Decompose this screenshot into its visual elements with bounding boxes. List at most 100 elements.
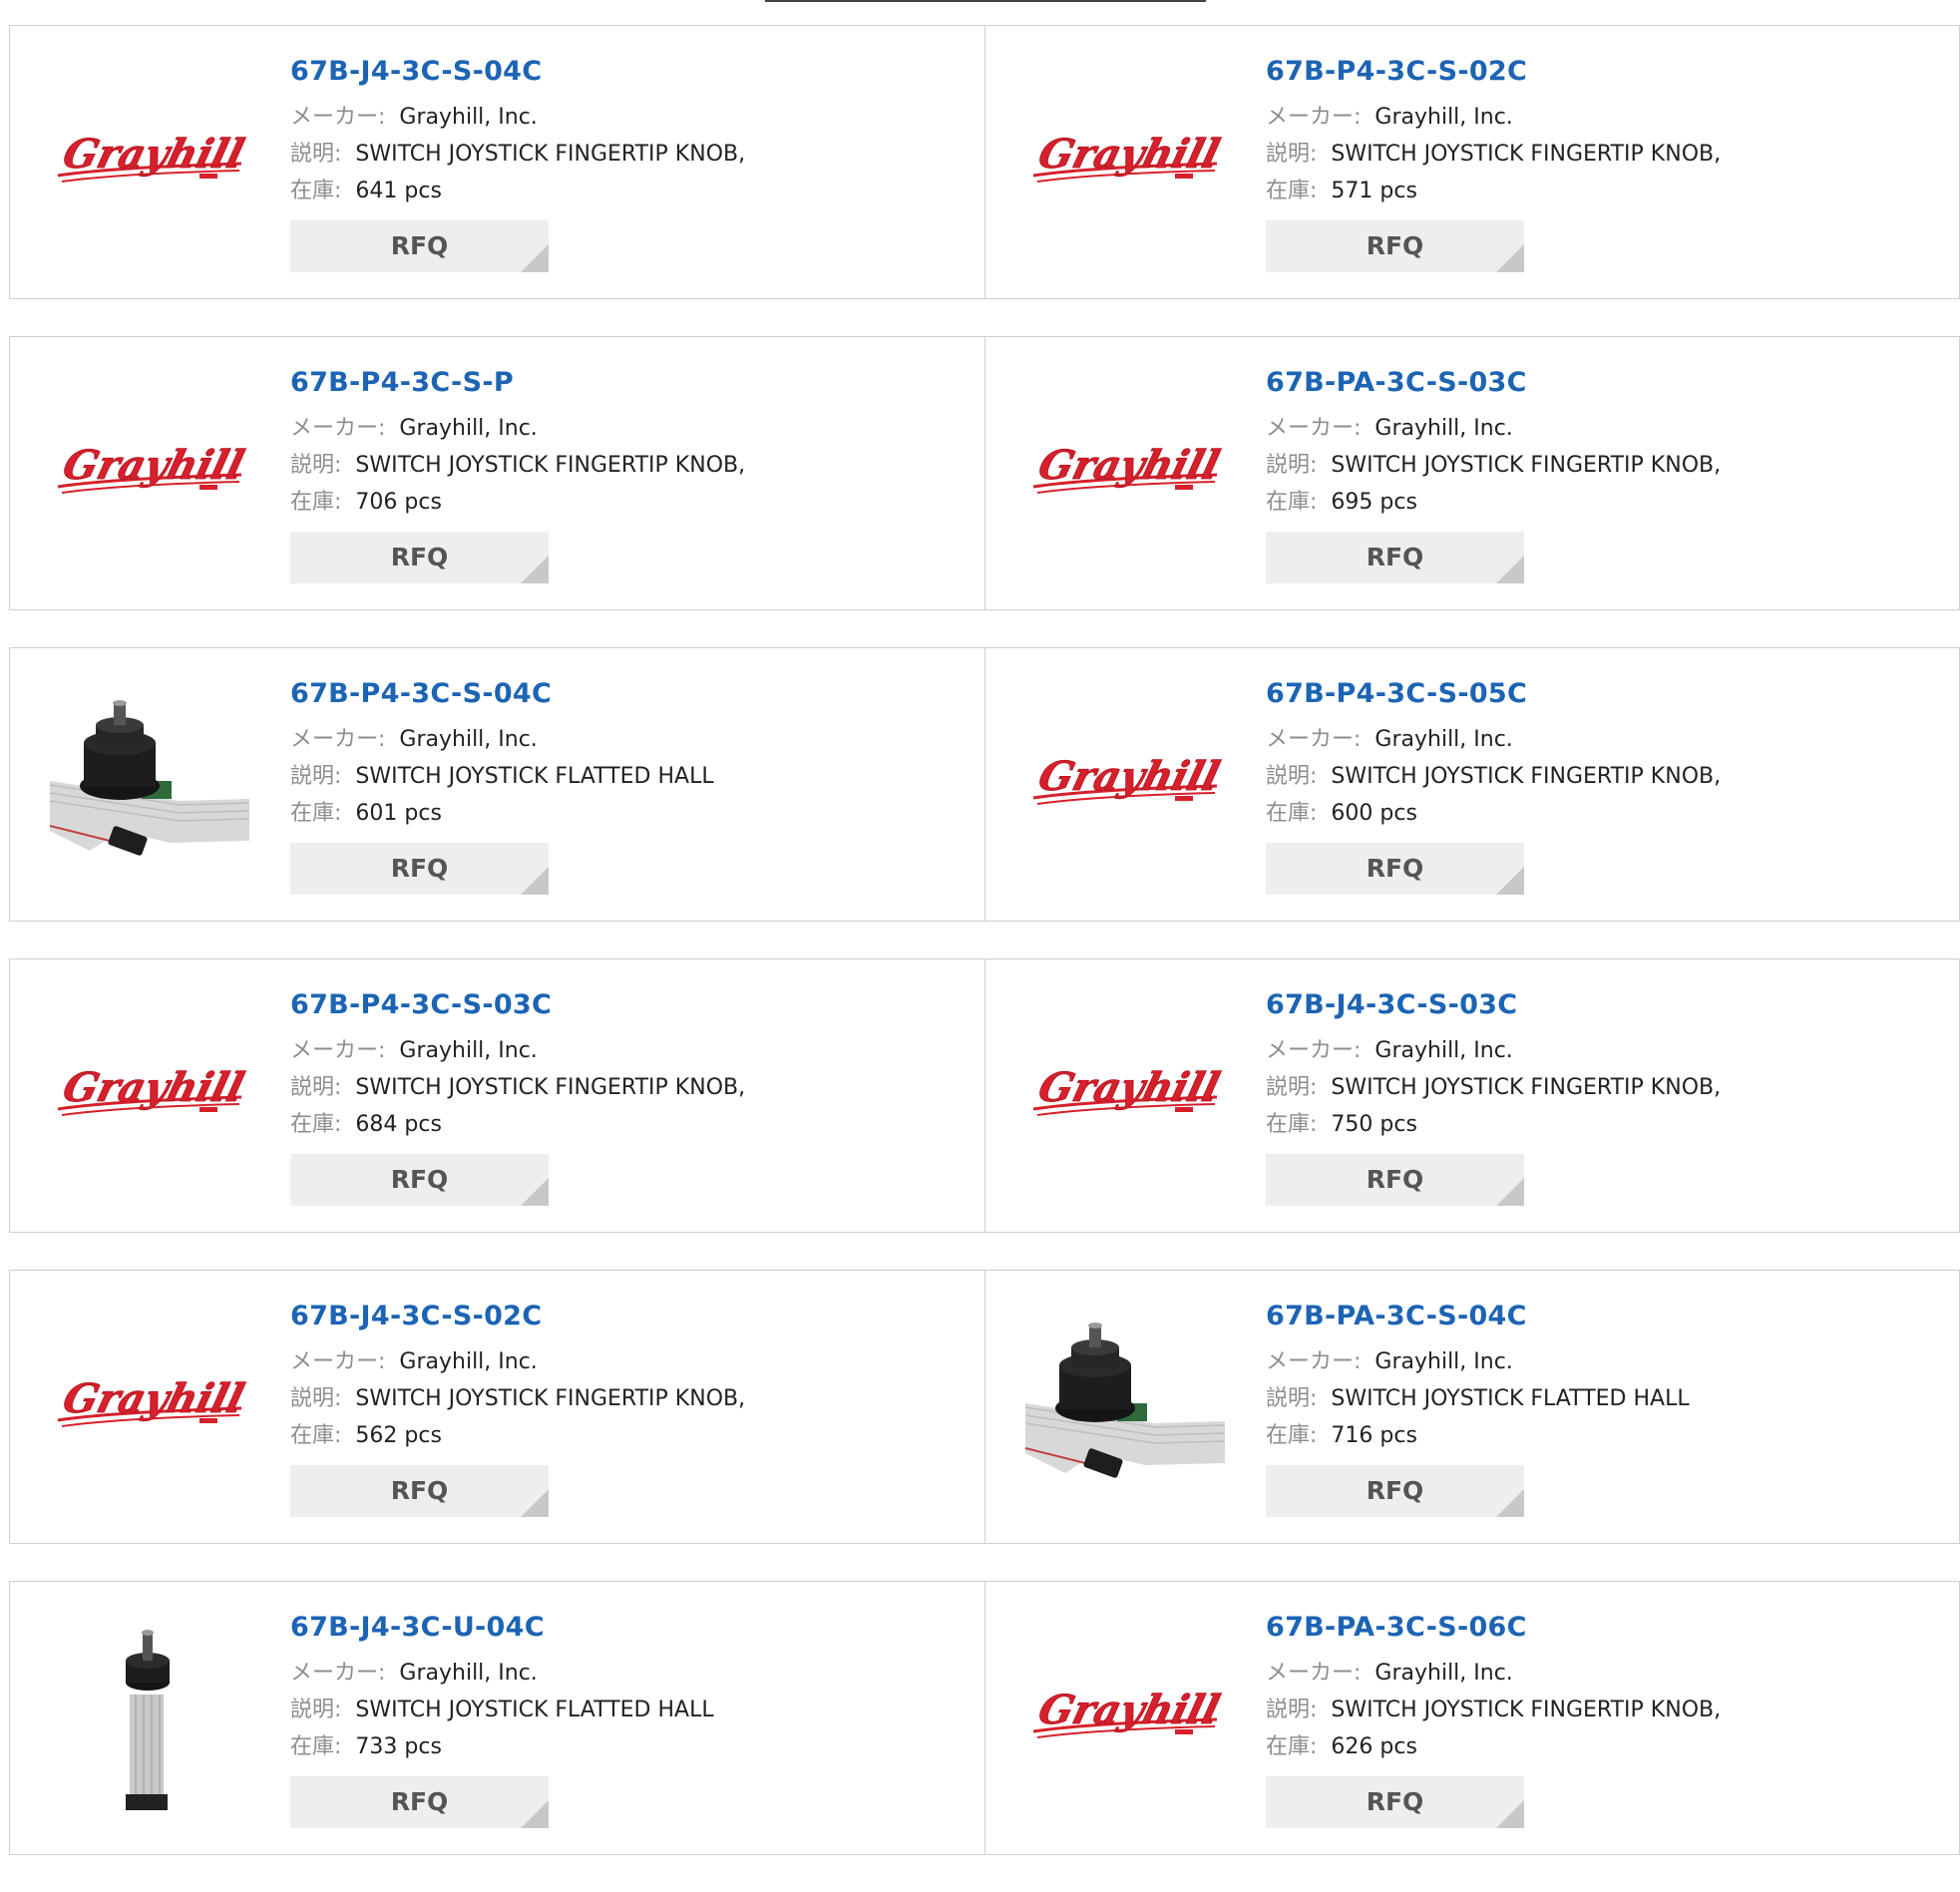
rfq-button[interactable]: RFQ bbox=[290, 1465, 549, 1517]
product-image[interactable]: Grayhill bbox=[1025, 370, 1225, 569]
product-image[interactable] bbox=[50, 681, 249, 881]
part-number-link[interactable]: 67B-P4-3C-S-03C bbox=[290, 987, 745, 1023]
svg-text:Grayhill: Grayhill bbox=[1034, 1064, 1225, 1111]
rfq-label: RFQ bbox=[390, 1165, 449, 1194]
description-value: SWITCH JOYSTICK FINGERTIP KNOB, bbox=[1331, 1698, 1722, 1722]
part-number-link[interactable]: 67B-P4-3C-S-02C bbox=[1266, 54, 1721, 90]
product-info: 67B-P4-3C-S-03C メーカー: Grayhill, Inc. 説明: S… bbox=[290, 987, 745, 1206]
product-image[interactable]: Grayhill bbox=[1025, 1615, 1225, 1814]
description-value: SWITCH JOYSTICK FINGERTIP KNOB, bbox=[355, 453, 746, 478]
svg-text:Grayhill: Grayhill bbox=[1034, 753, 1225, 800]
grayhill-logo-icon: Grayhill bbox=[1032, 1686, 1225, 1738]
product-card: Grayhill 67B-P4-3C-S-P メーカー: Grayhill, In… bbox=[10, 337, 984, 609]
maker-line: メーカー: Grayhill, Inc. bbox=[290, 1655, 714, 1692]
joystick-photo-icon bbox=[50, 700, 249, 856]
maker-line: メーカー: Grayhill, Inc. bbox=[1266, 721, 1721, 758]
rfq-button[interactable]: RFQ bbox=[290, 1776, 549, 1828]
product-info: 67B-P4-3C-S-05C メーカー: Grayhill, Inc. 説明: S… bbox=[1266, 676, 1721, 895]
stock-line: 在庫: 600 pcs bbox=[1266, 795, 1721, 832]
stock-value: 733 pcs bbox=[355, 1734, 442, 1759]
rfq-label: RFQ bbox=[1366, 543, 1424, 571]
product-image[interactable] bbox=[50, 1615, 249, 1814]
maker-value: Grayhill, Inc. bbox=[399, 1661, 538, 1686]
description-label: 説明: bbox=[1266, 1386, 1318, 1411]
part-number-link[interactable]: 67B-J4-3C-U-04C bbox=[290, 1610, 714, 1646]
stock-label: 在庫: bbox=[1266, 179, 1318, 203]
stock-label: 在庫: bbox=[1266, 490, 1318, 515]
product-card: Grayhill 67B-J4-3C-S-03C メーカー: Grayhill, … bbox=[984, 959, 1959, 1232]
rfq-button[interactable]: RFQ bbox=[290, 532, 549, 583]
grayhill-logo-icon: Grayhill bbox=[57, 441, 249, 494]
part-number-link[interactable]: 67B-PA-3C-S-03C bbox=[1266, 365, 1721, 401]
description-line: 説明: SWITCH JOYSTICK FINGERTIP KNOB, bbox=[1266, 1692, 1721, 1728]
stock-value: 571 pcs bbox=[1331, 179, 1417, 203]
rfq-button[interactable]: RFQ bbox=[1266, 1154, 1524, 1206]
grayhill-logo-icon: Grayhill bbox=[57, 1063, 249, 1116]
product-card: Grayhill 67B-J4-3C-S-04C メーカー: Grayhill, … bbox=[10, 26, 984, 298]
rfq-button[interactable]: RFQ bbox=[290, 220, 549, 272]
maker-value: Grayhill, Inc. bbox=[399, 1038, 538, 1063]
product-card: Grayhill 67B-PA-3C-S-03C メーカー: Grayhill, … bbox=[984, 337, 1959, 609]
product-image[interactable]: Grayhill bbox=[50, 1304, 249, 1503]
part-number-link[interactable]: 67B-J4-3C-S-04C bbox=[290, 54, 745, 90]
rfq-button[interactable]: RFQ bbox=[290, 843, 549, 895]
maker-label: メーカー: bbox=[290, 1038, 386, 1063]
product-image[interactable]: Grayhill bbox=[50, 370, 249, 569]
part-number-link[interactable]: 67B-PA-3C-S-04C bbox=[1266, 1299, 1690, 1334]
product-info: 67B-PA-3C-S-03C メーカー: Grayhill, Inc. 説明: S… bbox=[1266, 365, 1721, 583]
description-line: 説明: SWITCH JOYSTICK FLATTED HALL bbox=[290, 758, 714, 795]
rfq-label: RFQ bbox=[390, 854, 449, 883]
rfq-label: RFQ bbox=[1366, 854, 1424, 883]
product-image[interactable]: Grayhill bbox=[50, 992, 249, 1192]
maker-label: メーカー: bbox=[290, 416, 386, 441]
description-value: SWITCH JOYSTICK FINGERTIP KNOB, bbox=[1331, 453, 1722, 478]
product-info: 67B-P4-3C-S-04C メーカー: Grayhill, Inc. 説明: S… bbox=[290, 676, 714, 895]
rfq-label: RFQ bbox=[390, 543, 449, 571]
product-image[interactable]: Grayhill bbox=[1025, 992, 1225, 1192]
product-card: Grayhill 67B-P4-3C-S-03C メーカー: Grayhill, … bbox=[10, 959, 984, 1232]
description-value: SWITCH JOYSTICK FLATTED HALL bbox=[355, 764, 714, 789]
grayhill-logo-icon: Grayhill bbox=[57, 1374, 249, 1427]
product-image[interactable]: Grayhill bbox=[1025, 681, 1225, 881]
description-value: SWITCH JOYSTICK FLATTED HALL bbox=[1331, 1386, 1690, 1411]
stock-label: 在庫: bbox=[1266, 1423, 1318, 1448]
corner-triangle-icon bbox=[1496, 867, 1524, 895]
rfq-button[interactable]: RFQ bbox=[1266, 220, 1524, 272]
part-number-link[interactable]: 67B-PA-3C-S-06C bbox=[1266, 1610, 1721, 1646]
part-number-link[interactable]: 67B-P4-3C-S-04C bbox=[290, 676, 714, 712]
svg-text:Grayhill: Grayhill bbox=[59, 131, 249, 178]
rfq-button[interactable]: RFQ bbox=[290, 1154, 549, 1206]
rfq-button[interactable]: RFQ bbox=[1266, 843, 1524, 895]
stock-value: 706 pcs bbox=[355, 490, 442, 515]
description-value: SWITCH JOYSTICK FINGERTIP KNOB, bbox=[1331, 1075, 1722, 1100]
maker-label: メーカー: bbox=[290, 727, 386, 752]
product-image[interactable]: Grayhill bbox=[1025, 59, 1225, 258]
rfq-button[interactable]: RFQ bbox=[1266, 1776, 1524, 1828]
maker-line: メーカー: Grayhill, Inc. bbox=[290, 99, 745, 136]
rfq-button[interactable]: RFQ bbox=[1266, 532, 1524, 583]
stock-line: 在庫: 571 pcs bbox=[1266, 173, 1721, 209]
product-row: 67B-P4-3C-S-04C メーカー: Grayhill, Inc. 説明: S… bbox=[9, 647, 1960, 922]
maker-value: Grayhill, Inc. bbox=[1374, 416, 1513, 441]
part-number-link[interactable]: 67B-J4-3C-S-03C bbox=[1266, 987, 1721, 1023]
part-number-link[interactable]: 67B-J4-3C-S-02C bbox=[290, 1299, 745, 1334]
part-number-link[interactable]: 67B-P4-3C-S-P bbox=[290, 365, 745, 401]
stock-label: 在庫: bbox=[290, 801, 342, 826]
product-row: Grayhill 67B-P4-3C-S-03C メーカー: Grayhill, … bbox=[9, 958, 1960, 1233]
description-label: 説明: bbox=[290, 142, 342, 167]
stock-label: 在庫: bbox=[290, 1423, 342, 1448]
joystick-photo-icon bbox=[126, 1630, 170, 1810]
part-number-link[interactable]: 67B-P4-3C-S-05C bbox=[1266, 676, 1721, 712]
rfq-button[interactable]: RFQ bbox=[1266, 1465, 1524, 1517]
description-label: 説明: bbox=[1266, 453, 1318, 478]
description-value: SWITCH JOYSTICK FINGERTIP KNOB, bbox=[1331, 764, 1722, 789]
product-image[interactable]: Grayhill bbox=[50, 59, 249, 258]
rfq-label: RFQ bbox=[1366, 1165, 1424, 1194]
product-row: 67B-J4-3C-U-04C メーカー: Grayhill, Inc. 説明: S… bbox=[9, 1581, 1960, 1855]
stock-line: 在庫: 750 pcs bbox=[1266, 1106, 1721, 1143]
corner-triangle-icon bbox=[1496, 1178, 1524, 1206]
stock-line: 在庫: 562 pcs bbox=[290, 1417, 745, 1454]
product-image[interactable] bbox=[1025, 1304, 1225, 1503]
stock-value: 641 pcs bbox=[355, 179, 442, 203]
svg-text:Grayhill: Grayhill bbox=[59, 442, 249, 489]
